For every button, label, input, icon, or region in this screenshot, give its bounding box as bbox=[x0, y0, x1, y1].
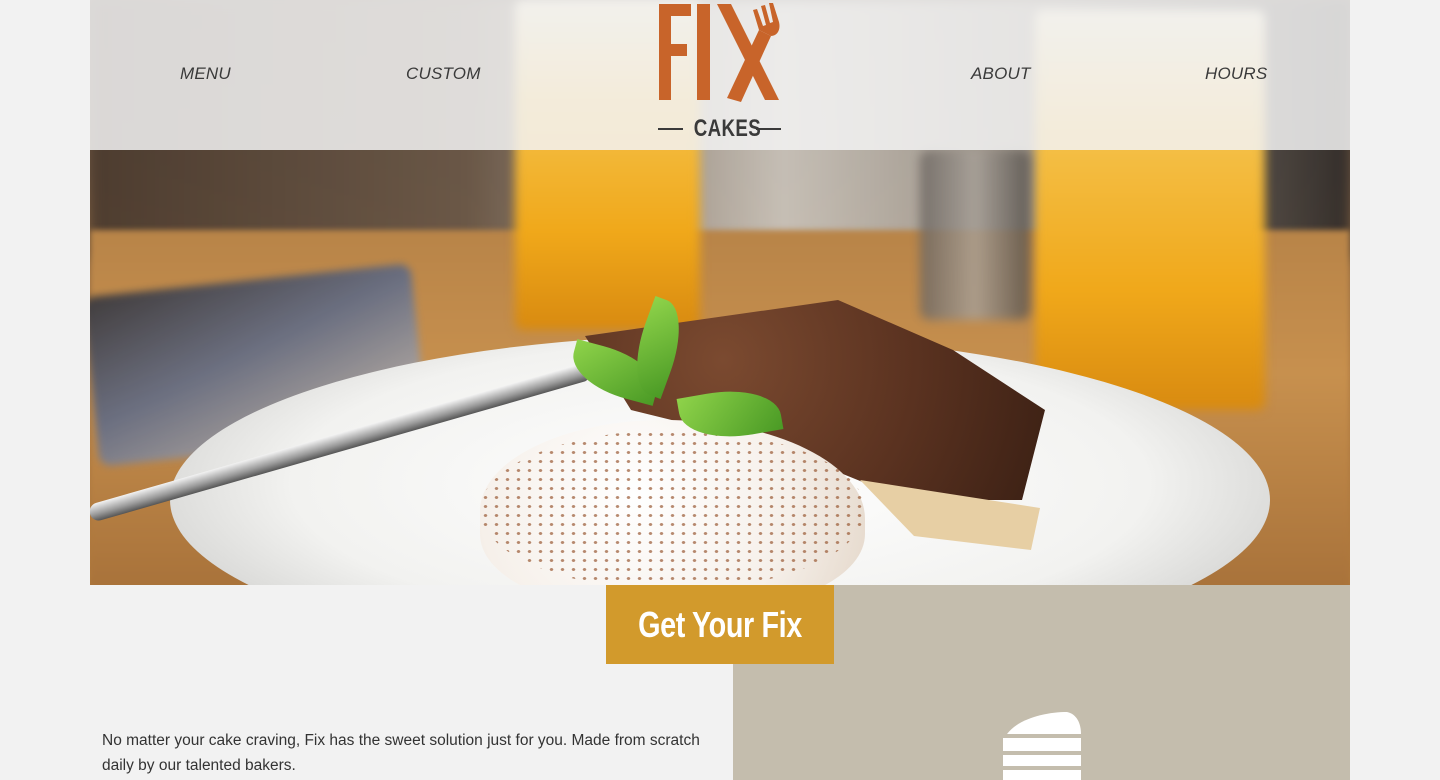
intro-paragraph: No matter your cake craving, Fix has the… bbox=[102, 732, 700, 774]
logo-subtitle: CAKES bbox=[693, 115, 762, 142]
nav-about-link[interactable]: ABOUT bbox=[971, 64, 1031, 84]
fix-cakes-logo[interactable]: CAKES bbox=[655, 0, 790, 150]
get-your-fix-label: Get Your Fix bbox=[638, 603, 802, 645]
get-your-fix-button[interactable]: Get Your Fix bbox=[606, 585, 834, 664]
nav-menu-link[interactable]: MENU bbox=[180, 64, 231, 84]
nav-hours-link[interactable]: HOURS bbox=[1205, 64, 1267, 84]
page: MENU CUSTOM ABOUT HOURS CAKES Get Your F… bbox=[90, 0, 1350, 780]
nav-custom-link[interactable]: CUSTOM bbox=[406, 64, 481, 84]
site-header: MENU CUSTOM ABOUT HOURS CAKES bbox=[90, 0, 1350, 150]
hero-shaker bbox=[920, 150, 1030, 320]
hero-cocoa-dusting bbox=[480, 430, 865, 585]
cake-slice-icon bbox=[1003, 712, 1081, 780]
